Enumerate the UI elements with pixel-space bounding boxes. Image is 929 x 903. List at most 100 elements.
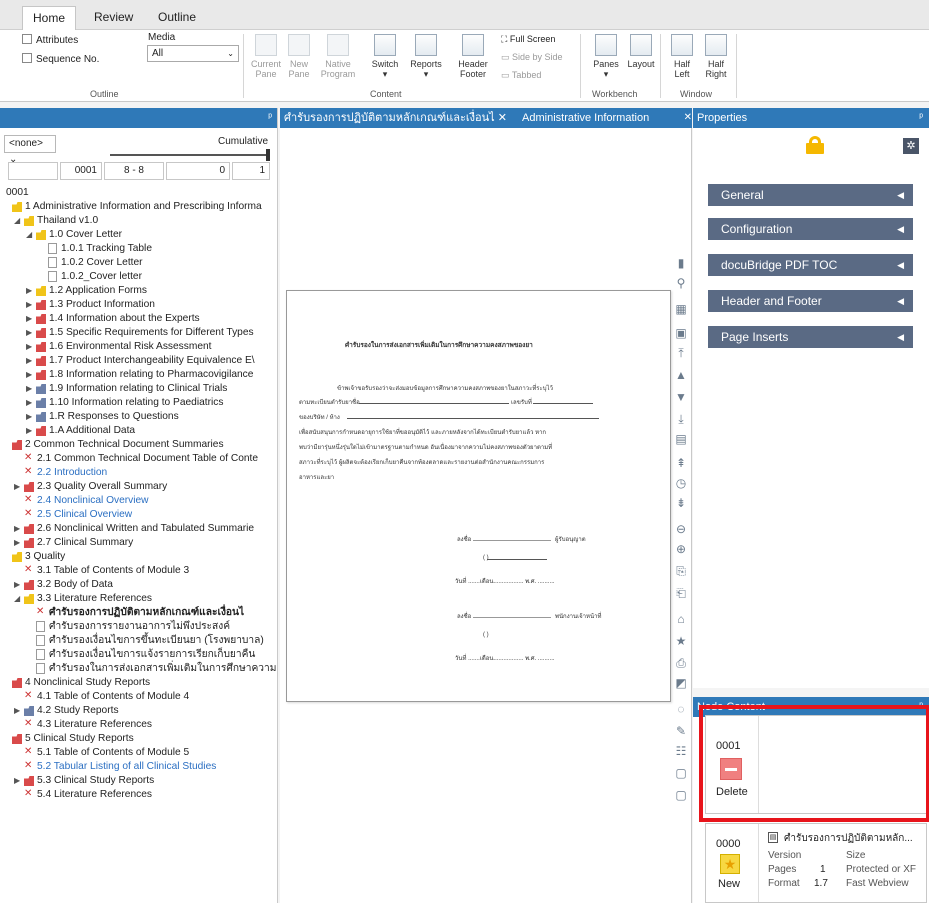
expand-arrow-icon[interactable]: ▶ (26, 396, 32, 410)
tree-node[interactable]: ศำรับรองเงื่อนไขการแจ้งรายการเรียกเก็บยา… (0, 648, 277, 662)
tree-node[interactable]: 5 Clinical Study Reports (0, 732, 277, 746)
tree-node[interactable]: ศำรับรองการรายงานอาการไม่พึงประสงค์ (0, 620, 277, 634)
tree-node[interactable]: 3 Quality (0, 550, 277, 564)
cumulative-slider[interactable] (110, 154, 270, 156)
tree-node[interactable]: ▶ 1.8 Information relating to Pharmacovig… (0, 368, 277, 382)
previous-page-icon[interactable]: ▲ (674, 368, 688, 382)
expand-arrow-icon[interactable]: ▶ (26, 312, 32, 326)
tree-node[interactable]: ▶ 2.6 Nonclinical Written and Tabulated S… (0, 522, 277, 536)
tree-node[interactable]: ▶ 1.2 Application Forms (0, 284, 277, 298)
collapse-arrow-icon[interactable]: ◢ (26, 228, 32, 242)
tree-node[interactable]: ▶ 1.10 Information relating to Paediatric… (0, 396, 277, 410)
tab-home[interactable]: Home (22, 6, 77, 30)
tree-node[interactable]: ▶ 1.A Additional Data (0, 424, 277, 438)
tree-node[interactable]: ✕ 3.1 Table of Contents of Module 3 (0, 564, 277, 578)
expand-arrow-icon[interactable]: ▶ (14, 704, 20, 718)
tree-node[interactable]: 1.0.1 Tracking Table (0, 242, 277, 256)
tab-review[interactable]: Review (84, 6, 143, 30)
tree-node[interactable]: ◢ 1.0 Cover Letter (0, 228, 277, 242)
scroll-bottom-icon[interactable]: ⇟ (674, 496, 688, 510)
sequence-checkbox[interactable]: Sequence No. (22, 53, 99, 65)
expand-arrow-icon[interactable]: ▶ (26, 298, 32, 312)
tree-node[interactable]: ✕ 5.4 Literature References (0, 788, 277, 802)
tree-node[interactable]: ✕ 5.1 Table of Contents of Module 5 (0, 746, 277, 760)
page-view-icon[interactable]: ▢ (674, 788, 688, 802)
history-icon[interactable]: ◷ (674, 476, 688, 490)
tree-node[interactable]: ▶ 4.2 Study Reports (0, 704, 277, 718)
pin-icon[interactable]: ᵖ (919, 108, 923, 128)
expand-arrow-icon[interactable]: ▶ (26, 424, 32, 438)
new-pane-button[interactable]: New Pane (279, 34, 319, 79)
switch-button[interactable]: Switch ▾ (365, 34, 405, 79)
filter-select[interactable]: <none> ⌄ (4, 135, 56, 165)
print-icon[interactable]: ⎙ (674, 656, 688, 670)
close-icon[interactable]: ✕ (684, 108, 692, 128)
tree-node[interactable]: ▶ 1.6 Environmental Risk Assessment (0, 340, 277, 354)
tree-node[interactable]: ✕ 4.3 Literature References (0, 718, 277, 732)
tree-node[interactable]: ▶ 2.7 Clinical Summary (0, 536, 277, 550)
collapse-arrow-icon[interactable]: ◢ (14, 592, 20, 606)
export-icon[interactable]: ⎘ (674, 564, 688, 578)
expand-arrow-icon[interactable]: ▶ (14, 578, 20, 592)
bookmark-icon[interactable]: ▮ (674, 256, 688, 270)
tree-node[interactable]: ▶ 3.2 Body of Data (0, 578, 277, 592)
section-page-inserts[interactable]: Page Inserts ◀ (708, 326, 913, 348)
expand-arrow-icon[interactable]: ▶ (26, 354, 32, 368)
full-screen-button[interactable]: ⛶ Full Screen (501, 34, 555, 45)
tab-outline[interactable]: Outline (148, 6, 206, 30)
tree-node[interactable]: ▶ 2.3 Quality Overall Summary (0, 480, 277, 494)
tree-node[interactable]: ✕ 4.1 Table of Contents of Module 4 (0, 690, 277, 704)
image-icon[interactable]: ▣ (674, 326, 688, 340)
tree-view-icon[interactable]: ☷ (674, 744, 688, 758)
tree-node[interactable]: ศำรับรองในการส่งเอกสารเพิ่มเติมในการศึกษ… (0, 662, 277, 676)
home-icon[interactable]: ⌂ (674, 612, 688, 626)
thumbnails-icon[interactable]: ▦ (674, 302, 688, 316)
frame-icon[interactable]: ◩ (674, 676, 688, 690)
expand-arrow-icon[interactable]: ▶ (14, 536, 20, 550)
attributes-checkbox[interactable]: Attributes (22, 34, 78, 46)
tree-node[interactable]: ✕ ศำรับรองการปฏิบัติตามหลักเกณฑ์และเงื่อน… (0, 606, 277, 620)
expand-arrow-icon[interactable]: ▶ (26, 326, 32, 340)
tree-node[interactable]: ✕ 2.2 Introduction (0, 466, 277, 480)
tree-node[interactable]: ▶ 1.5 Specific Requirements for Different… (0, 326, 277, 340)
tree-node[interactable]: ▶ 1.7 Product Interchangeability Equivale… (0, 354, 277, 368)
tree-node[interactable]: ▶ 1.4 Information about the Experts (0, 312, 277, 326)
panes-button[interactable]: Panes ▾ (586, 34, 626, 79)
native-program-button[interactable]: Native Program (318, 34, 358, 79)
tree-node[interactable]: 1.0.2_Cover letter (0, 270, 277, 284)
comment-icon[interactable]: ◌ (674, 702, 688, 716)
star-icon[interactable]: ★ (674, 634, 688, 648)
forward-icon[interactable]: ⊕ (674, 542, 688, 556)
tabbed-button[interactable]: ▭ Tabbed (501, 70, 541, 81)
section-pdf-toc[interactable]: docuBridge PDF TOC ◀ (708, 254, 913, 276)
search-icon[interactable]: ⚲ (674, 276, 688, 290)
tree-node[interactable]: ▶ 1.R Responses to Questions (0, 410, 277, 424)
expand-arrow-icon[interactable]: ▶ (26, 284, 32, 298)
media-select[interactable]: All ⌄ (147, 45, 239, 62)
next-page-icon[interactable]: ▼ (674, 390, 688, 404)
save-icon[interactable]: ▤ (674, 432, 688, 446)
gear-icon[interactable]: ✲ (903, 138, 919, 154)
layout-button[interactable]: Layout (621, 34, 661, 69)
side-by-side-button[interactable]: ▭ Side by Side (501, 52, 563, 63)
last-page-icon[interactable]: ⤓ (674, 412, 688, 426)
tree-node[interactable]: ▶ 1.3 Product Information (0, 298, 277, 312)
back-icon[interactable]: ⊖ (674, 522, 688, 536)
expand-arrow-icon[interactable]: ▶ (14, 774, 20, 788)
tree-node[interactable]: 1 Administrative Information and Prescri… (0, 200, 277, 214)
document-tab-active[interactable]: ศำรับรองการปฏิบัติตามหลักเกณฑ์และเงื่อนไ… (284, 112, 507, 124)
tree-node[interactable]: ศำรับรองเงื่อนไขการขึ้นทะเบียนยา (โรงพยา… (0, 634, 277, 648)
half-right-button[interactable]: Half Right (696, 34, 736, 79)
tree-node[interactable]: ✕ 2.1 Common Technical Document Table of … (0, 452, 277, 466)
document-tab-admin[interactable]: Administrative Information (522, 112, 649, 124)
tree-node[interactable]: ▶ 5.3 Clinical Study Reports (0, 774, 277, 788)
tree-node[interactable]: ◢ Thailand v1.0 (0, 214, 277, 228)
header-footer-button[interactable]: Header Footer (453, 34, 493, 79)
expand-arrow-icon[interactable]: ▶ (26, 410, 32, 424)
reports-button[interactable]: Reports ▾ (406, 34, 446, 79)
pin-tool-icon[interactable]: ✎ (674, 724, 688, 738)
tree-node[interactable]: 4 Nonclinical Study Reports (0, 676, 277, 690)
collapse-arrow-icon[interactable]: ◢ (14, 214, 20, 228)
expand-arrow-icon[interactable]: ▶ (26, 382, 32, 396)
import-icon[interactable]: ⎗ (674, 586, 688, 600)
